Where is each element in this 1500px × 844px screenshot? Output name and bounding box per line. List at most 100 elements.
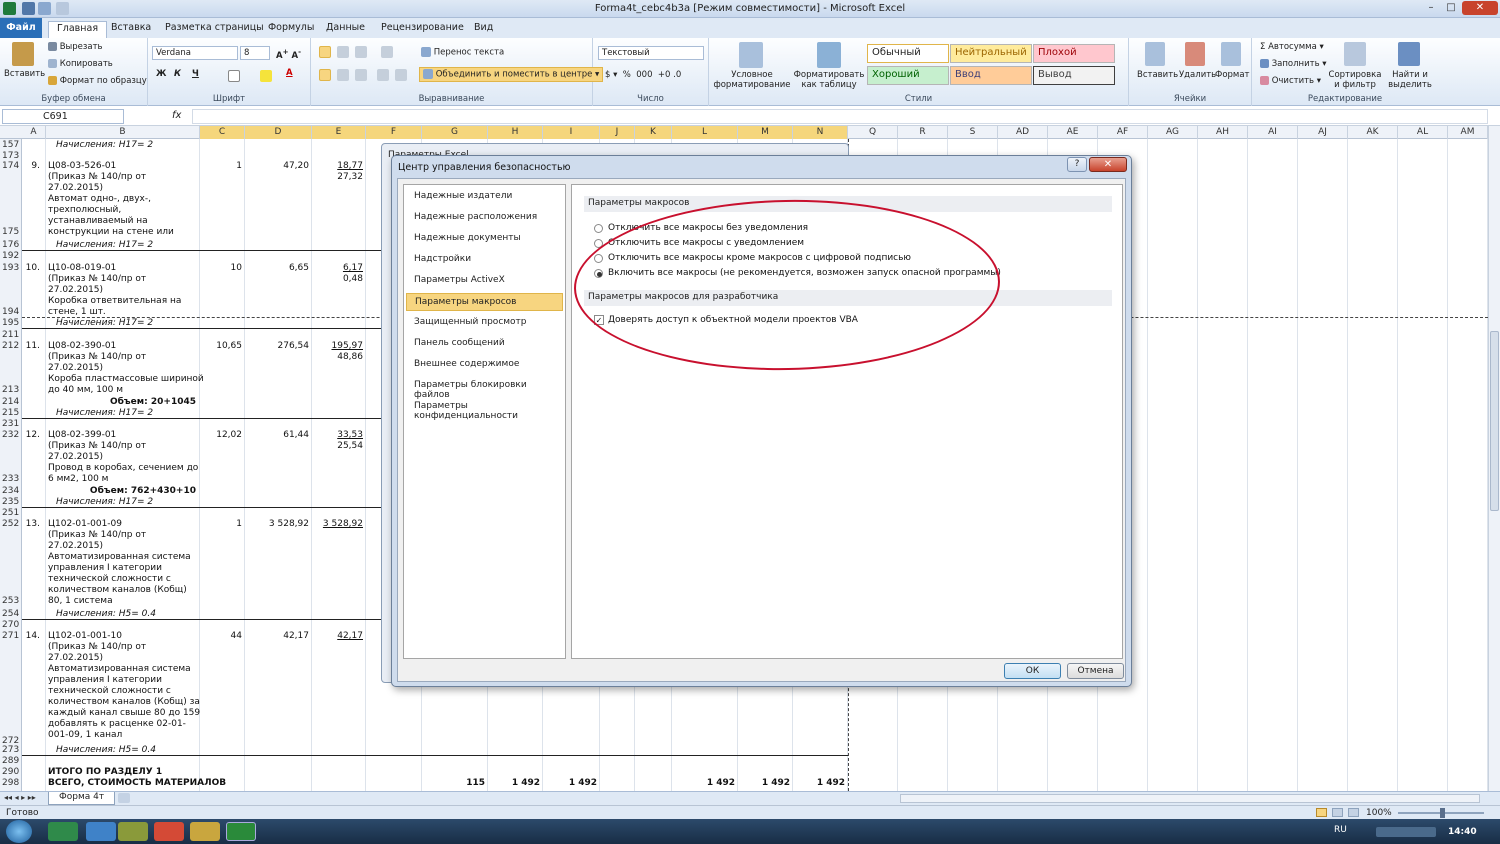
nav-addins[interactable]: Надстройки	[406, 251, 563, 269]
column-header-n[interactable]: N	[793, 126, 848, 139]
cell-e[interactable]: 6,17	[312, 263, 363, 273]
row-number[interactable]: 215	[2, 408, 19, 418]
cell-b[interactable]: Начисления: Н17= 2	[56, 140, 153, 150]
style-normal[interactable]: Обычный	[867, 44, 949, 63]
tab-view[interactable]: Вид	[466, 21, 501, 34]
column-header-aj[interactable]: AJ	[1298, 126, 1348, 139]
cell-b[interactable]: (Приказ № 140/пр от	[48, 352, 146, 362]
column-header-am[interactable]: AM	[1448, 126, 1488, 139]
cell-c[interactable]: 44	[200, 631, 242, 641]
row-number[interactable]: 235	[2, 497, 19, 507]
column-header-e[interactable]: E	[312, 126, 366, 139]
cell-b[interactable]: ВСЕГО, СТОИМОСТЬ МАТЕРИАЛОВ	[48, 778, 226, 788]
row-number[interactable]: 254	[2, 609, 19, 619]
grow-font-icon[interactable]: A+ A-	[276, 47, 301, 61]
cell-n[interactable]: 1 492	[793, 778, 845, 788]
row-number[interactable]: 173	[2, 151, 19, 161]
font-color-icon[interactable]: A	[286, 68, 293, 78]
cell-a[interactable]: 14.	[6, 631, 40, 641]
nav-external-content[interactable]: Внешнее содержимое	[406, 356, 563, 374]
currency-icon[interactable]: $ ▾ % 000 +0 .0	[605, 70, 681, 80]
align-center-icon[interactable]	[337, 69, 349, 81]
column-header-a[interactable]: A	[22, 126, 46, 139]
cell-b[interactable]: добавлять к расценке 02-01-	[48, 719, 186, 729]
borders-icon[interactable]	[228, 70, 240, 82]
cell-b[interactable]: конструкции на стене или	[48, 227, 174, 237]
row-number[interactable]: 298	[2, 778, 19, 788]
row-number[interactable]: 253	[2, 596, 19, 606]
find-select-button[interactable]: Найти и выделить	[1384, 70, 1436, 90]
nav-trusted-locations[interactable]: Надежные расположения	[406, 209, 563, 227]
sheet-tab-forma4t[interactable]: Форма 4т	[48, 792, 116, 805]
internet-explorer-icon[interactable]	[86, 822, 116, 841]
cell-b[interactable]: Начисления: Н5= 0.4	[56, 609, 156, 619]
cell-e[interactable]: 33,53	[312, 430, 363, 440]
cell-e[interactable]: 18,77	[312, 161, 363, 171]
cell-b[interactable]: (Приказ № 140/пр от	[48, 530, 146, 540]
cell-b[interactable]: Коробка ответвительная на	[48, 296, 181, 306]
column-header-s[interactable]: S	[948, 126, 998, 139]
cell-b[interactable]: Автоматизированная система	[48, 664, 191, 674]
cell-b[interactable]: Ц10-08-019-01	[48, 263, 116, 273]
tab-insert[interactable]: Вставка	[103, 21, 159, 34]
cell-a[interactable]: 10.	[6, 263, 40, 273]
cell-a[interactable]: 9.	[6, 161, 40, 171]
format-as-table-button[interactable]: Форматировать как таблицу	[793, 70, 865, 90]
conditional-format-button[interactable]: Условное форматирование	[713, 70, 791, 90]
underline-icon[interactable]: Ч	[192, 69, 199, 79]
cell-d[interactable]: 61,44	[245, 430, 309, 440]
row-number[interactable]: 211	[2, 330, 19, 340]
cell-g[interactable]: 115	[422, 778, 485, 788]
cell-b[interactable]: Ц102-01-001-09	[48, 519, 122, 529]
system-tray-icons[interactable]	[1376, 827, 1436, 837]
style-good[interactable]: Хороший	[867, 66, 949, 85]
increase-indent-icon[interactable]	[395, 69, 407, 81]
style-input[interactable]: Ввод	[950, 66, 1032, 85]
decrease-indent-icon[interactable]	[377, 69, 389, 81]
zoom-level[interactable]: 100%	[1366, 808, 1392, 818]
row-number[interactable]: 233	[2, 474, 19, 484]
autosum-button[interactable]: Σ Автосумма ▾	[1260, 42, 1324, 52]
cell-b[interactable]: Провод в коробах, сечением до	[48, 463, 198, 473]
row-number[interactable]: 195	[2, 318, 19, 328]
column-header-q[interactable]: Q	[848, 126, 898, 139]
cell-c[interactable]: 10,65	[200, 341, 242, 351]
cell-e[interactable]: 27,32	[312, 172, 363, 182]
cell-b[interactable]: трехполюсный,	[48, 205, 121, 215]
column-header-l[interactable]: L	[672, 126, 738, 139]
row-number[interactable]: 192	[2, 251, 19, 261]
cell-b[interactable]: 27.02.2015)	[48, 363, 103, 373]
cell-b[interactable]: Ц08-03-526-01	[48, 161, 116, 171]
horizontal-scrollbar[interactable]	[900, 794, 1480, 803]
row-number[interactable]: 175	[2, 227, 19, 237]
cell-b[interactable]: устанавливаемый на	[48, 216, 148, 226]
cell-b[interactable]: стене, 1 шт.	[48, 307, 106, 317]
column-header-i[interactable]: I	[543, 126, 600, 139]
cell-e[interactable]: 42,17	[312, 631, 363, 641]
row-number[interactable]: 213	[2, 385, 19, 395]
tab-page-layout[interactable]: Разметка страницы	[157, 21, 272, 34]
maximize-icon[interactable]: □	[1442, 1, 1460, 15]
font-size-select[interactable]: 8	[240, 46, 270, 60]
row-number[interactable]: 234	[2, 486, 19, 496]
nav-protected-view[interactable]: Защищенный просмотр	[406, 314, 563, 332]
column-header-ag[interactable]: AG	[1148, 126, 1198, 139]
column-header-f[interactable]: F	[366, 126, 422, 139]
close-icon[interactable]: ✕	[1089, 157, 1127, 172]
cell-b[interactable]: Ц08-02-390-01	[48, 341, 116, 351]
fx-icon[interactable]: fx	[172, 110, 181, 121]
cell-d[interactable]: 3 528,92	[245, 519, 309, 529]
cell-b[interactable]: 001-09, 1 канал	[48, 730, 122, 740]
cell-a[interactable]: 13.	[6, 519, 40, 529]
cell-e[interactable]: 0,48	[312, 274, 363, 284]
cell-b[interactable]: управления I категории	[48, 675, 162, 685]
column-header-k[interactable]: K	[635, 126, 672, 139]
align-middle-icon[interactable]	[337, 46, 349, 58]
cell-b[interactable]: количеством каналов (Кобщ)	[48, 585, 187, 595]
row-number[interactable]: 251	[2, 508, 19, 518]
cell-m[interactable]: 1 492	[738, 778, 790, 788]
cell-c[interactable]: 10	[200, 263, 242, 273]
row-number[interactable]: 194	[2, 307, 19, 317]
explorer-folder-icon[interactable]	[190, 822, 220, 841]
help-icon[interactable]: ?	[1067, 157, 1087, 172]
